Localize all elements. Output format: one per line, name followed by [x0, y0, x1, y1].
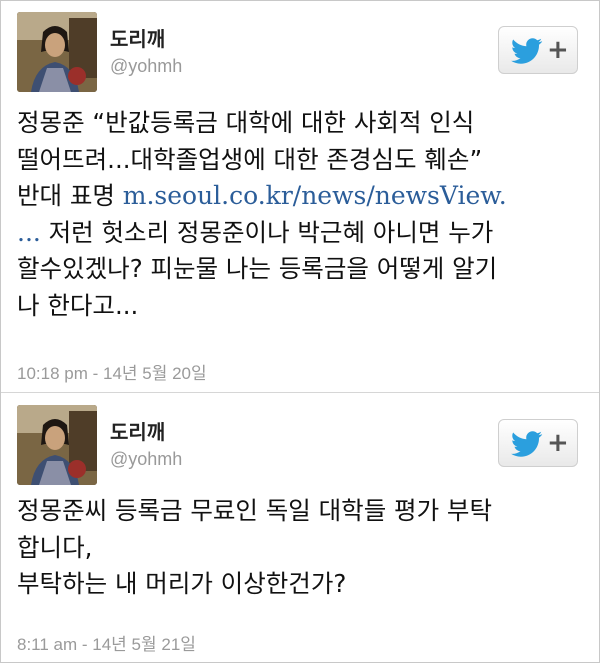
- tweet-text-line: 떨어뜨려...대학졸업생에 대한 존경심도 훼손”: [17, 144, 483, 174]
- tweet-text: 정몽준씨 등록금 무료인 독일 대학들 평가 부탁 합니다, 부탁하는 내 머리…: [17, 493, 587, 603]
- tweet-text-segment: 저런 헛소리 정몽준이나 박근혜 아니면 누가: [40, 217, 494, 247]
- avatar[interactable]: [17, 405, 97, 485]
- tweet-text-line: 할수있겠나? 피눈물 나는 등록금을 어떻게 알기: [17, 254, 498, 283]
- tweet-text-line: 부탁하는 내 머리가 이상한건가?: [17, 569, 347, 598]
- twitter-bird-icon: [511, 431, 543, 461]
- user-handle[interactable]: @yohmh: [110, 449, 182, 470]
- tweet-text-line: ... 저런 헛소리 정몽준이나 박근혜 아니면 누가: [17, 215, 587, 252]
- tweet-timestamp[interactable]: 10:18 pm - 14년 5월 20일: [17, 359, 207, 384]
- tweet-text-segment: 반대 표명: [17, 181, 123, 210]
- tweet-text-line: 정몽준 “반값등록금 대학에 대한 사회적 인식: [17, 108, 475, 137]
- follow-button[interactable]: +: [498, 26, 578, 74]
- tweet-text-line: 정몽준씨 등록금 무료인 독일 대학들 평가 부탁: [17, 496, 492, 525]
- news-link-ellipsis[interactable]: ...: [17, 218, 41, 247]
- tweet-timestamp[interactable]: 8:11 am - 14년 5월 21일: [17, 630, 196, 655]
- tweet-card: 도리깨 @yohmh + 정몽준씨 등록금 무료인 독일 대학들 평가 부탁 합…: [1, 394, 599, 662]
- user-handle[interactable]: @yohmh: [110, 56, 182, 77]
- display-name[interactable]: 도리깨: [110, 416, 165, 445]
- follow-plus: +: [547, 35, 569, 65]
- tweet-card: 도리깨 @yohmh + 정몽준 “반값등록금 대학에 대한 사회적 인식 떨어…: [1, 1, 599, 393]
- news-link[interactable]: m.seoul.co.kr/news/newsView.: [123, 181, 507, 210]
- tweet-text: 정몽준 “반값등록금 대학에 대한 사회적 인식 떨어뜨려...대학졸업생에 대…: [17, 105, 587, 324]
- follow-button[interactable]: +: [498, 419, 578, 467]
- tweet-text-line: 반대 표명 m.seoul.co.kr/news/newsView.: [17, 178, 587, 215]
- tweet-divider: [1, 392, 599, 393]
- display-name[interactable]: 도리깨: [110, 23, 165, 52]
- twitter-bird-icon: [511, 38, 543, 68]
- avatar[interactable]: [17, 12, 97, 92]
- tweet-text-line: 나 한다고...: [17, 290, 139, 320]
- follow-plus: +: [547, 428, 569, 458]
- tweet-feed: 도리깨 @yohmh + 정몽준 “반값등록금 대학에 대한 사회적 인식 떨어…: [0, 0, 600, 663]
- tweet-text-line: 합니다,: [17, 532, 93, 562]
